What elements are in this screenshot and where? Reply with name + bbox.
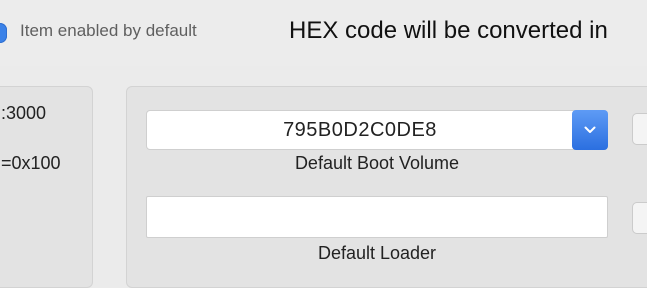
left-settings-panel: :3000 =0x100 <box>0 86 93 288</box>
left-value-1: :3000 <box>1 103 47 123</box>
chevron-down-icon[interactable] <box>572 110 608 150</box>
enabled-label: Item enabled by default <box>20 21 197 40</box>
boot-volume-side-button[interactable] <box>632 113 647 145</box>
enabled-checkbox[interactable] <box>0 23 7 43</box>
top-strip: Item enabled by default HEX code will be… <box>0 0 647 66</box>
left-value-2: =0x100 <box>1 153 61 173</box>
loader-side-button[interactable] <box>632 202 647 234</box>
default-boot-volume-popup[interactable]: 795B0D2C0DE8 <box>146 110 608 150</box>
default-loader-label: Default Loader <box>317 243 437 263</box>
default-loader-field[interactable] <box>146 196 608 238</box>
boot-volume-selected-value: 795B0D2C0DE8 <box>283 119 437 141</box>
default-boot-volume-label: Default Boot Volume <box>294 153 460 173</box>
hex-conversion-notice: HEX code will be converted in <box>289 17 608 44</box>
